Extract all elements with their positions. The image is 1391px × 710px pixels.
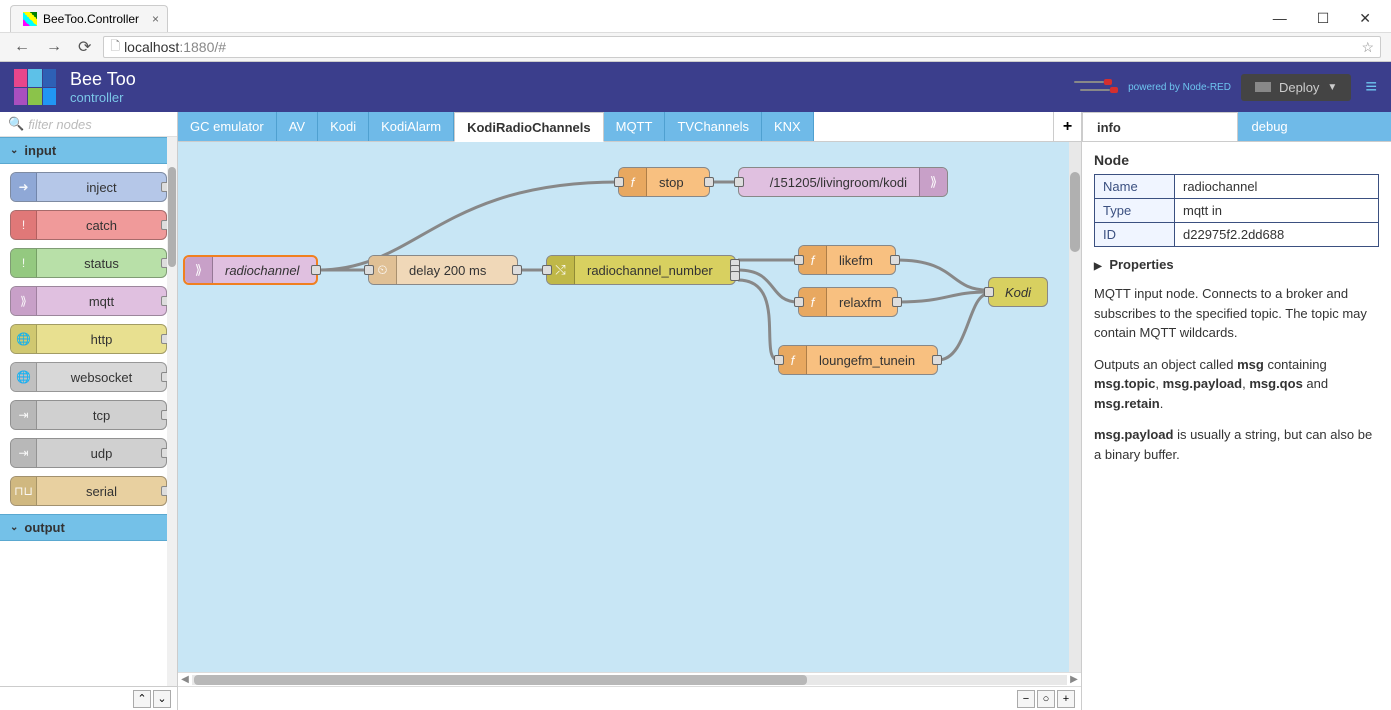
sidebar-tab-debug[interactable]: debug <box>1238 112 1391 141</box>
url-bar[interactable]: 🗋 localhost:1880/# ☆ <box>103 36 1381 58</box>
zoom-in-button[interactable]: + <box>1057 690 1075 708</box>
window-controls: — ☐ ✕ <box>1253 0 1391 37</box>
back-icon[interactable]: ← <box>10 38 34 56</box>
info-description: msg.payload is usually a string, but can… <box>1094 425 1379 464</box>
node-info-table: Nameradiochannel Typemqtt in IDd22975f2.… <box>1094 174 1379 247</box>
zoom-reset-button[interactable]: ○ <box>1037 690 1055 708</box>
rss-icon: ⟫ <box>919 168 947 196</box>
rss-icon: ⟫ <box>185 257 213 283</box>
node-delay[interactable]: ⏲ delay 200 ms <box>368 255 518 285</box>
tab-kodiradiochannels[interactable]: KodiRadioChannels <box>454 112 604 142</box>
palette-node-catch[interactable]: !catch <box>10 210 167 240</box>
palette-node-status[interactable]: !status <box>10 248 167 278</box>
tab-mqtt[interactable]: MQTT <box>604 112 666 141</box>
reload-icon[interactable]: ⟳ <box>74 37 95 57</box>
add-tab-button[interactable]: + <box>1053 112 1081 141</box>
tab-tvchannels[interactable]: TVChannels <box>665 112 762 141</box>
zoom-out-button[interactable]: − <box>1017 690 1035 708</box>
favicon-icon <box>23 12 37 26</box>
brand: Bee Too controller <box>70 69 136 105</box>
logo-icon <box>14 69 56 105</box>
node-stop[interactable]: f stop <box>618 167 710 197</box>
forward-icon[interactable]: → <box>42 38 66 56</box>
maximize-icon[interactable]: ☐ <box>1317 10 1330 27</box>
tab-gc-emulator[interactable]: GC emulator <box>178 112 277 141</box>
arrow-icon: ⇥ <box>11 401 37 429</box>
palette-node-websocket[interactable]: 🌐websocket <box>10 362 167 392</box>
chevron-down-icon: ⌄ <box>10 145 18 156</box>
sidebar-tab-info[interactable]: info <box>1082 112 1238 141</box>
flow-canvas[interactable]: ⟫ radiochannel ⏲ delay 200 ms ⤭ radiocha… <box>178 142 1081 672</box>
canvas-scrollbar-v[interactable] <box>1069 142 1081 672</box>
tab-kodialarm[interactable]: KodiAlarm <box>369 112 454 141</box>
info-description: Outputs an object called msg containing … <box>1094 355 1379 414</box>
file-icon: 🗋 <box>110 37 120 58</box>
properties-toggle[interactable]: ▶ Properties <box>1094 257 1379 272</box>
inject-icon: ➜ <box>11 173 37 201</box>
arrow-icon: ⇥ <box>11 439 37 467</box>
powered-by-link[interactable]: powered by Node-RED <box>1128 82 1231 93</box>
workspace: GC emulator AV Kodi KodiAlarm KodiRadioC… <box>178 112 1081 710</box>
chevron-down-icon: ⌄ <box>10 522 18 533</box>
palette-node-serial[interactable]: ⊓⊔serial <box>10 476 167 506</box>
alert-icon: ! <box>11 249 37 277</box>
rss-icon: ⟫ <box>11 287 37 315</box>
browser-tab[interactable]: BeeToo.Controller × <box>10 5 168 32</box>
browser-tab-title: BeeToo.Controller <box>43 12 139 26</box>
palette-node-mqtt[interactable]: ⟫mqtt <box>10 286 167 316</box>
node-heading: Node <box>1094 152 1379 168</box>
sidebar-body: Node Nameradiochannel Typemqtt in IDd229… <box>1082 142 1391 710</box>
wires-icon <box>1074 77 1114 97</box>
browser-toolbar: ← → ⟳ 🗋 localhost:1880/# ☆ <box>0 32 1391 62</box>
globe-icon: 🌐 <box>11 325 37 353</box>
info-description: MQTT input node. Connects to a broker an… <box>1094 284 1379 343</box>
caret-right-icon: ▶ <box>1094 261 1102 272</box>
search-icon: 🔍 <box>8 116 24 132</box>
node-radiochannel[interactable]: ⟫ radiochannel <box>183 255 318 285</box>
caret-down-icon: ▼ <box>1327 82 1337 93</box>
sidebar: info debug Node Nameradiochannel Typemqt… <box>1081 112 1391 710</box>
info-type: mqtt in <box>1175 199 1379 223</box>
canvas-scrollbar-h[interactable]: ◀▶ <box>178 672 1081 686</box>
palette-category-input[interactable]: ⌄ input <box>0 137 177 164</box>
minimize-icon[interactable]: — <box>1273 10 1287 27</box>
app-header: Bee Too controller powered by Node-RED D… <box>0 62 1391 112</box>
info-id: d22975f2.2dd688 <box>1175 223 1379 247</box>
node-relaxfm[interactable]: f relaxfm <box>798 287 898 317</box>
palette-node-tcp[interactable]: ⇥tcp <box>10 400 167 430</box>
node-likefm[interactable]: f likefm <box>798 245 896 275</box>
deploy-button[interactable]: Deploy ▼ <box>1241 74 1351 101</box>
url-text: localhost:1880/# <box>124 39 226 55</box>
node-loungefm[interactable]: f loungefm_tunein <box>778 345 938 375</box>
palette-scrollbar[interactable] <box>167 137 177 686</box>
browser-tab-bar: BeeToo.Controller × <box>0 0 1391 32</box>
alert-icon: ! <box>11 211 37 239</box>
node-kodi[interactable]: Kodi <box>988 277 1048 307</box>
palette-collapse-button[interactable]: ⌃ <box>133 690 151 708</box>
globe-icon: 🌐 <box>11 363 37 391</box>
palette-category-output[interactable]: ⌄ output <box>0 514 177 541</box>
wires <box>178 142 1081 672</box>
workspace-tabs: GC emulator AV Kodi KodiAlarm KodiRadioC… <box>178 112 1081 142</box>
info-name: radiochannel <box>1175 175 1379 199</box>
tab-kodi[interactable]: Kodi <box>318 112 369 141</box>
node-radiochannel-number[interactable]: ⤭ radiochannel_number <box>546 255 736 285</box>
palette-node-http[interactable]: 🌐http <box>10 324 167 354</box>
close-icon[interactable]: ✕ <box>1359 10 1371 27</box>
hamburger-icon[interactable]: ≡ <box>1365 76 1377 99</box>
palette-node-udp[interactable]: ⇥udp <box>10 438 167 468</box>
tab-close-icon[interactable]: × <box>152 12 159 26</box>
palette-expand-button[interactable]: ⌄ <box>153 690 171 708</box>
palette: 🔍 filter nodes ⌄ input ➜inject !catch !s… <box>0 112 178 710</box>
tab-knx[interactable]: KNX <box>762 112 814 141</box>
deploy-icon <box>1255 82 1271 92</box>
tab-av[interactable]: AV <box>277 112 318 141</box>
palette-node-inject[interactable]: ➜inject <box>10 172 167 202</box>
bookmark-star-icon[interactable]: ☆ <box>1361 39 1374 56</box>
filter-nodes-input[interactable]: 🔍 filter nodes <box>0 112 177 137</box>
node-mqtt-out[interactable]: ⟫ /151205/livingroom/kodi <box>738 167 948 197</box>
serial-icon: ⊓⊔ <box>11 477 37 505</box>
